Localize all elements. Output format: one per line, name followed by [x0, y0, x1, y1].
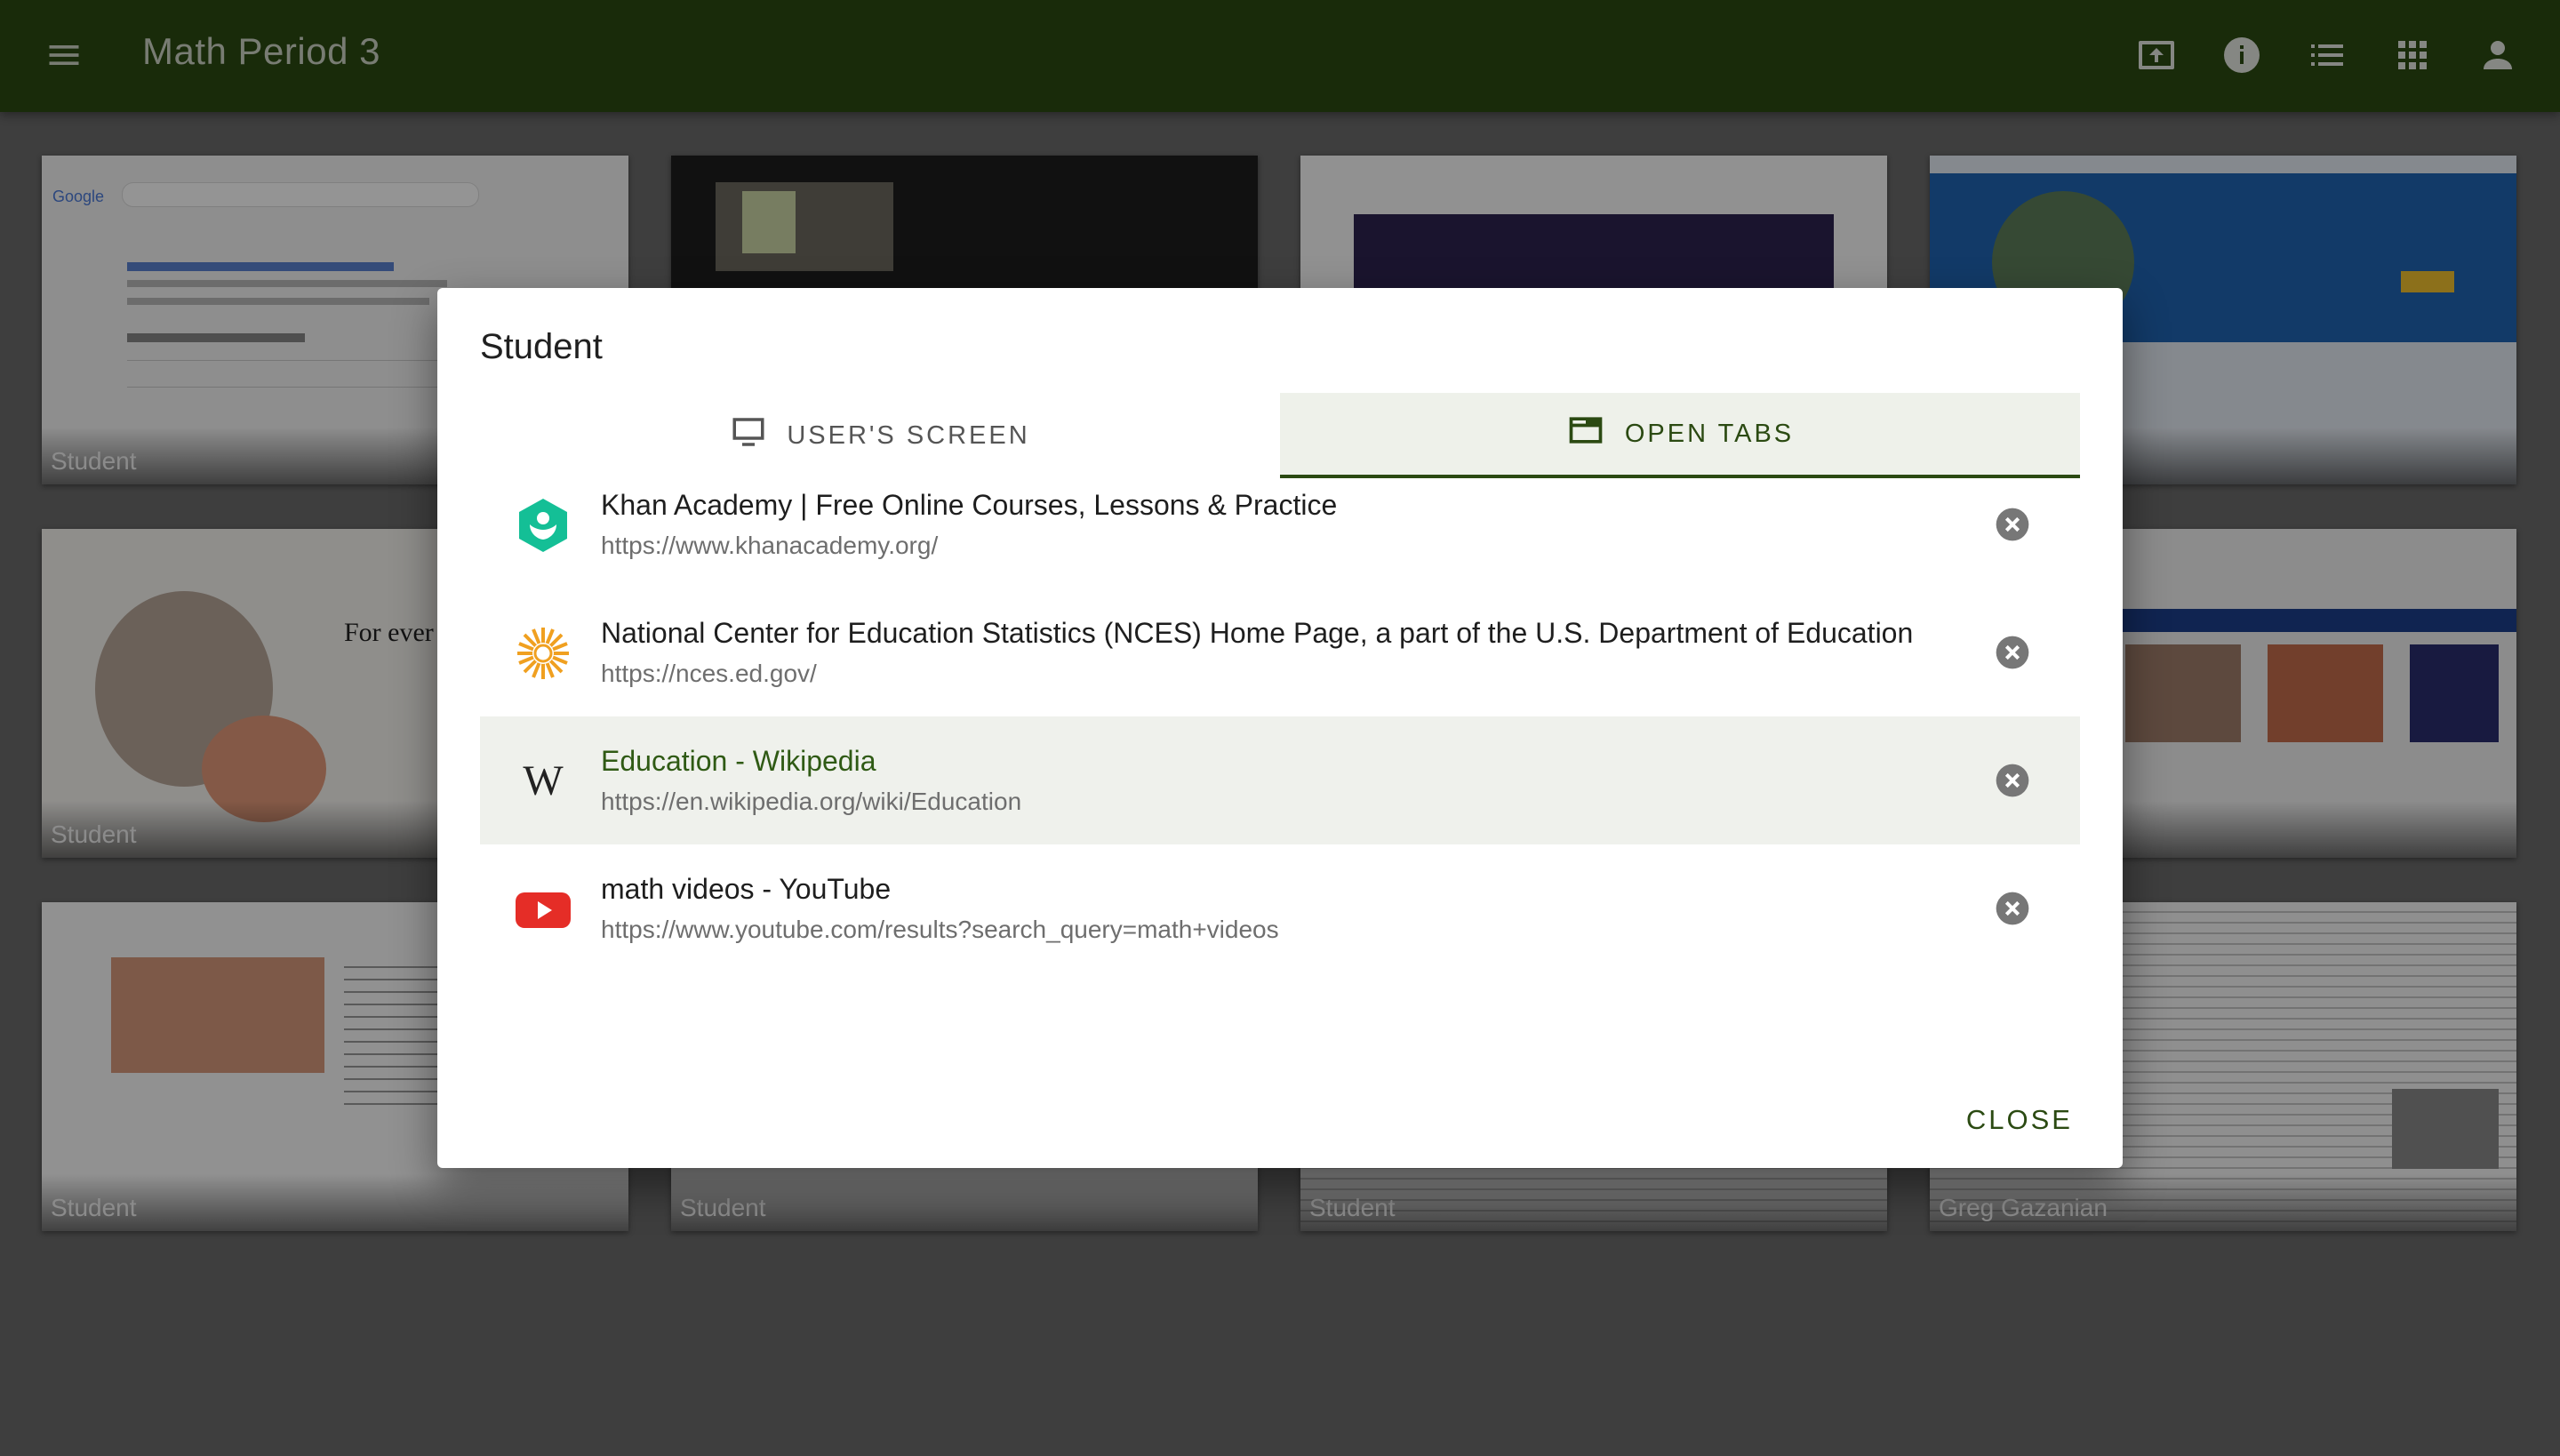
- tab-title: Education - Wikipedia: [601, 745, 876, 777]
- close-tab-icon[interactable]: [1995, 763, 2030, 798]
- tab-label: OPEN TABS: [1624, 419, 1795, 448]
- tab-url: https://en.wikipedia.org/wiki/Education: [601, 788, 1022, 815]
- tab-title: Khan Academy | Free Online Courses, Less…: [601, 489, 1338, 521]
- tab-url: https://www.youtube.com/results?search_q…: [601, 916, 1279, 943]
- monitor-icon: [730, 414, 767, 457]
- close-tab-icon[interactable]: [1995, 635, 2030, 670]
- close-button[interactable]: CLOSE: [1966, 1104, 2073, 1136]
- open-tab-item[interactable]: W Education - Wikipedia https://en.wikip…: [480, 716, 2080, 844]
- dialog-title: Student: [480, 327, 603, 366]
- open-tab-item[interactable]: Khan Academy | Free Online Courses, Less…: [480, 460, 2080, 588]
- close-tab-icon[interactable]: [1995, 507, 2030, 542]
- open-tab-item[interactable]: National Center for Education Statistics…: [480, 588, 2080, 716]
- tab-title: National Center for Education Statistics…: [601, 617, 1914, 649]
- svg-text:W: W: [523, 757, 564, 804]
- nces-sun-icon: [514, 624, 572, 683]
- tab-label: USER'S SCREEN: [787, 420, 1030, 450]
- wikipedia-icon: W: [514, 752, 572, 811]
- youtube-icon: [514, 880, 572, 939]
- close-tab-icon[interactable]: [1995, 891, 2030, 926]
- tab-title: math videos - YouTube: [601, 873, 892, 905]
- khan-academy-icon: [514, 496, 572, 555]
- tab-url: https://nces.ed.gov/: [601, 660, 817, 687]
- tab-url: https://www.khanacademy.org/: [601, 532, 939, 559]
- open-tab-item[interactable]: math videos - YouTube https://www.youtub…: [480, 844, 2080, 972]
- student-dialog: Student USER'S SCREEN OPEN TABS Khan Aca…: [437, 288, 2123, 1168]
- browser-tab-icon: [1566, 413, 1605, 454]
